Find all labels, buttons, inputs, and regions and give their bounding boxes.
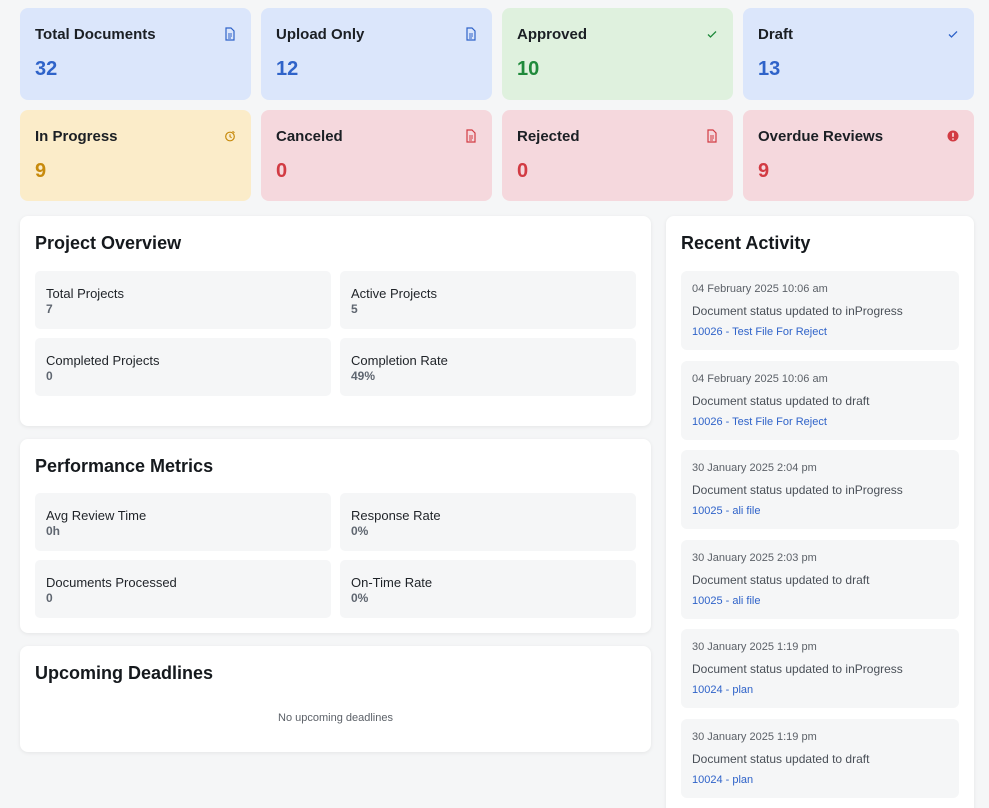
stat-label: Total Documents bbox=[35, 26, 156, 43]
stat-card-rejected[interactable]: Rejected 0 bbox=[502, 110, 733, 201]
metric-value: 0 bbox=[46, 591, 53, 605]
stat-card-canceled[interactable]: Canceled 0 bbox=[261, 110, 492, 201]
document-icon bbox=[466, 129, 476, 143]
document-icon bbox=[707, 129, 717, 143]
metric-label: Active Projects bbox=[351, 286, 437, 301]
check-icon bbox=[948, 31, 958, 38]
metric-label: Completed Projects bbox=[46, 353, 160, 368]
stat-value: 0 bbox=[517, 160, 529, 182]
activity-document-link[interactable]: 10026 - Test File For Reject bbox=[692, 416, 827, 428]
stat-label: Canceled bbox=[276, 128, 343, 145]
empty-state-text: No upcoming deadlines bbox=[278, 712, 393, 724]
activity-date: 30 January 2025 1:19 pm bbox=[692, 641, 817, 653]
project-overview-panel: Project Overview Total Projects 7 Active… bbox=[20, 216, 651, 426]
stat-value: 13 bbox=[758, 58, 781, 80]
metric-documents-processed: Documents Processed 0 bbox=[35, 560, 331, 618]
stat-label: Overdue Reviews bbox=[758, 128, 884, 145]
activity-item: 30 January 2025 1:19 pm Document status … bbox=[681, 719, 959, 798]
activity-item: 30 January 2025 2:03 pm Document status … bbox=[681, 540, 959, 619]
activity-message: Document status updated to inProgress bbox=[692, 483, 903, 497]
stat-value: 9 bbox=[35, 160, 47, 182]
metric-label: Completion Rate bbox=[351, 353, 448, 368]
recent-activity-panel: Recent Activity 04 February 2025 10:06 a… bbox=[666, 216, 974, 808]
panel-title: Project Overview bbox=[35, 233, 182, 253]
activity-document-link[interactable]: 10025 - ali file bbox=[692, 595, 761, 607]
check-icon bbox=[707, 31, 717, 38]
stat-card-total-documents[interactable]: Total Documents 32 bbox=[20, 8, 251, 100]
clock-icon bbox=[225, 130, 235, 142]
stat-value: 0 bbox=[276, 160, 288, 182]
activity-document-link[interactable]: 10025 - ali file bbox=[692, 505, 761, 517]
stat-card-upload-only[interactable]: Upload Only 12 bbox=[261, 8, 492, 100]
document-icon bbox=[466, 27, 476, 41]
activity-date: 30 January 2025 2:04 pm bbox=[692, 462, 817, 474]
activity-message: Document status updated to draft bbox=[692, 752, 870, 766]
metric-value: 0 bbox=[46, 369, 53, 383]
document-icon bbox=[225, 27, 235, 41]
metric-value: 0% bbox=[351, 524, 369, 538]
stat-card-overdue-reviews[interactable]: Overdue Reviews 9 bbox=[743, 110, 974, 201]
metric-completed-projects: Completed Projects 0 bbox=[35, 338, 331, 396]
activity-item: 30 January 2025 2:04 pm Document status … bbox=[681, 450, 959, 529]
metric-label: Avg Review Time bbox=[46, 508, 147, 523]
stat-value: 32 bbox=[35, 58, 58, 80]
metric-value: 0h bbox=[46, 524, 61, 538]
metric-response-rate: Response Rate 0% bbox=[340, 493, 636, 551]
stat-card-approved[interactable]: Approved 10 bbox=[502, 8, 733, 100]
activity-item: 04 February 2025 10:06 am Document statu… bbox=[681, 271, 959, 350]
metric-on-time-rate: On-Time Rate 0% bbox=[340, 560, 636, 618]
metric-label: Response Rate bbox=[351, 508, 441, 523]
metric-label: On-Time Rate bbox=[351, 575, 433, 590]
metric-value: 5 bbox=[351, 302, 358, 316]
activity-document-link[interactable]: 10024 - plan bbox=[692, 774, 753, 786]
activity-date: 30 January 2025 1:19 pm bbox=[692, 731, 817, 743]
metric-value: 49% bbox=[351, 369, 376, 383]
upcoming-deadlines-panel: Upcoming Deadlines No upcoming deadlines bbox=[20, 646, 651, 752]
metric-completion-rate: Completion Rate 49% bbox=[340, 338, 636, 396]
stat-value: 9 bbox=[758, 160, 770, 182]
activity-item: 30 January 2025 1:19 pm Document status … bbox=[681, 629, 959, 708]
metric-total-projects: Total Projects 7 bbox=[35, 271, 331, 329]
stat-label: Approved bbox=[517, 26, 588, 43]
stat-card-in-progress[interactable]: In Progress 9 bbox=[20, 110, 251, 201]
metric-avg-review-time: Avg Review Time 0h bbox=[35, 493, 331, 551]
activity-date: 30 January 2025 2:03 pm bbox=[692, 552, 817, 564]
metric-label: Total Projects bbox=[46, 286, 125, 301]
panel-title: Performance Metrics bbox=[35, 456, 214, 476]
metric-active-projects: Active Projects 5 bbox=[340, 271, 636, 329]
panel-title: Upcoming Deadlines bbox=[35, 663, 214, 683]
activity-date: 04 February 2025 10:06 am bbox=[692, 373, 828, 385]
activity-message: Document status updated to inProgress bbox=[692, 662, 903, 676]
stat-card-draft[interactable]: Draft 13 bbox=[743, 8, 974, 100]
activity-document-link[interactable]: 10026 - Test File For Reject bbox=[692, 326, 827, 338]
activity-message: Document status updated to inProgress bbox=[692, 304, 903, 318]
metric-value: 7 bbox=[46, 302, 53, 316]
performance-metrics-panel: Performance Metrics Avg Review Time 0h R… bbox=[20, 439, 651, 633]
metric-label: Documents Processed bbox=[46, 575, 177, 590]
activity-item: 04 February 2025 10:06 am Document statu… bbox=[681, 361, 959, 440]
panel-title: Recent Activity bbox=[681, 233, 811, 253]
stat-value: 12 bbox=[276, 58, 299, 80]
stat-label: Draft bbox=[758, 26, 794, 43]
stat-value: 10 bbox=[517, 58, 540, 80]
stat-label: Rejected bbox=[517, 128, 580, 145]
activity-document-link[interactable]: 10024 - plan bbox=[692, 684, 753, 696]
activity-date: 04 February 2025 10:06 am bbox=[692, 283, 828, 295]
activity-message: Document status updated to draft bbox=[692, 573, 870, 587]
stat-label: In Progress bbox=[35, 128, 118, 145]
activity-message: Document status updated to draft bbox=[692, 394, 870, 408]
alert-icon bbox=[947, 130, 959, 142]
stat-label: Upload Only bbox=[276, 26, 365, 43]
metric-value: 0% bbox=[351, 591, 369, 605]
